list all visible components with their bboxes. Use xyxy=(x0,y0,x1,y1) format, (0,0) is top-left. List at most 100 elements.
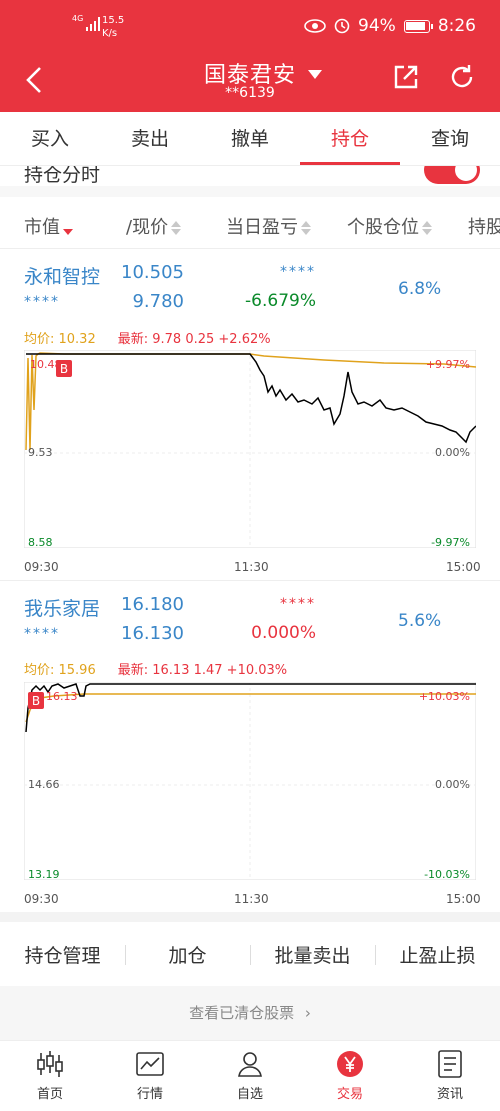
bottom-nav: 首页 行情 自选 交易 资讯 xyxy=(0,1040,500,1111)
status-bar: 4G 15.5 K/s 94% 8:26 xyxy=(0,0,500,50)
nav-trade[interactable]: 交易 xyxy=(300,1041,400,1111)
market-value: **** xyxy=(24,294,60,310)
user-icon xyxy=(238,1052,262,1077)
y-label-low: 8.58 xyxy=(28,536,53,549)
tab-cancel-order[interactable]: 撤单 xyxy=(200,112,300,165)
view-cleared-stocks-label: 查看已清仓股票 xyxy=(189,1004,295,1022)
latest-price: 最新: 9.78 0.25 +2.62% xyxy=(117,332,271,347)
intraday-chart: B 10.48 9.53 8.58 +9.97% 0.00% -9.97% xyxy=(24,350,476,549)
batch-sell-button[interactable]: 批量卖出 xyxy=(250,941,375,968)
news-icon xyxy=(438,1050,462,1078)
net-speed: 15.5 K/s xyxy=(102,14,124,40)
sort-icon xyxy=(301,220,311,236)
position-percent: 5.6% xyxy=(398,611,442,631)
take-profit-stop-loss-button[interactable]: 止盈止损 xyxy=(375,941,500,968)
price-summary: 均价: 15.96 最新: 16.13 1.47 +10.03% xyxy=(24,659,287,678)
refresh-icon[interactable] xyxy=(448,63,476,91)
market-chart-icon xyxy=(136,1052,164,1076)
pnl-value: **** xyxy=(280,596,316,612)
pnl-percent: 0.000% xyxy=(251,623,316,643)
intraday-chart-svg: B xyxy=(24,350,476,548)
nav-trade-label: 交易 xyxy=(336,1087,363,1102)
price-line xyxy=(26,353,476,444)
avg-price-line xyxy=(25,352,476,451)
holdings-actions: 持仓管理 加仓 批量卖出 止盈止损 xyxy=(0,922,500,986)
manage-holdings-button[interactable]: 持仓管理 xyxy=(0,941,125,968)
pct-label-high: +9.97% xyxy=(425,358,470,371)
nav-news-label: 资讯 xyxy=(436,1087,463,1102)
latest-price: 最新: 16.13 1.47 +10.03% xyxy=(117,663,288,678)
x-label-open: 09:30 xyxy=(24,560,59,574)
col-shares[interactable]: 持股 xyxy=(468,213,500,239)
tab-sell[interactable]: 卖出 xyxy=(100,112,200,165)
avg-price: 均价: 15.96 xyxy=(24,663,96,678)
x-label-close: 15:00 xyxy=(446,560,481,574)
x-label-noon: 11:30 xyxy=(234,892,269,906)
avg-price: 均价: 10.32 xyxy=(24,332,96,347)
view-cleared-stocks-link[interactable]: 查看已清仓股票 › xyxy=(0,986,500,1040)
eye-icon xyxy=(304,19,326,33)
chevron-right-icon: › xyxy=(304,1004,311,1022)
stock-name[interactable]: 永和智控 xyxy=(24,262,100,289)
dropdown-caret-icon[interactable] xyxy=(308,70,322,79)
intraday-toggle-switch[interactable] xyxy=(424,166,480,184)
share-icon[interactable] xyxy=(392,63,420,91)
avg-price-line xyxy=(25,693,476,723)
col-position[interactable]: 个股仓位 xyxy=(347,213,432,239)
tab-buy[interactable]: 买入 xyxy=(0,112,100,165)
y-label-low: 13.19 xyxy=(28,868,60,881)
col-price[interactable]: /现价 xyxy=(126,213,182,239)
y-label-high: 16.13 xyxy=(46,690,78,703)
pnl-value: **** xyxy=(280,264,316,280)
col-market-value[interactable]: 市值 xyxy=(24,213,73,239)
add-position-button[interactable]: 加仓 xyxy=(125,941,250,968)
signal-icon xyxy=(86,17,100,31)
network-type: 4G xyxy=(72,14,84,23)
nav-market-label: 行情 xyxy=(136,1087,163,1102)
x-label-noon: 11:30 xyxy=(234,560,269,574)
nav-news[interactable]: 资讯 xyxy=(400,1041,500,1111)
y-label-mid: 14.66 xyxy=(28,778,60,791)
pnl-percent: -6.679% xyxy=(245,291,316,311)
divider xyxy=(0,912,500,922)
sort-icon xyxy=(171,220,182,236)
col-position-label: 个股仓位 xyxy=(347,217,419,238)
col-shares-label: 持股 xyxy=(468,217,500,238)
nav-home[interactable]: 首页 xyxy=(0,1041,100,1111)
divider xyxy=(0,580,500,581)
col-daily-pnl-label: 当日盈亏 xyxy=(226,217,298,238)
nav-watchlist[interactable]: 自选 xyxy=(200,1041,300,1111)
cost-price: 10.505 xyxy=(121,262,184,283)
x-label-close: 15:00 xyxy=(446,892,481,906)
buy-marker-label: B xyxy=(32,694,40,708)
col-daily-pnl[interactable]: 当日盈亏 xyxy=(226,213,311,239)
x-label-open: 09:30 xyxy=(24,892,59,906)
holding-item[interactable]: 永和智控 **** 10.505 9.780 **** -6.679% 6.8%… xyxy=(0,250,500,580)
nav-market[interactable]: 行情 xyxy=(100,1041,200,1111)
app-header: 4G 15.5 K/s 94% 8:26 国泰君安 **6139 xyxy=(0,0,500,112)
price-summary: 均价: 10.32 最新: 9.78 0.25 +2.62% xyxy=(24,328,271,347)
y-label-high: 10.48 xyxy=(30,358,62,371)
stock-name[interactable]: 我乐家居 xyxy=(24,594,100,621)
candlestick-icon xyxy=(37,1051,63,1077)
tab-query[interactable]: 查询 xyxy=(400,112,500,165)
position-percent: 6.8% xyxy=(398,279,442,299)
alarm-icon xyxy=(334,18,350,34)
trade-tabs: 买入 卖出 撤单 持仓 查询 xyxy=(0,112,500,166)
price-line xyxy=(25,683,476,733)
nav-home-label: 首页 xyxy=(36,1087,63,1102)
pct-label-low: -10.03% xyxy=(424,868,470,881)
cost-price: 16.180 xyxy=(121,594,184,615)
col-price-label: /现价 xyxy=(126,217,169,238)
title-bar: 国泰君安 **6139 xyxy=(0,50,500,112)
yuan-icon xyxy=(337,1051,363,1077)
y-label-mid: 9.53 xyxy=(28,446,53,459)
tab-holdings[interactable]: 持仓 xyxy=(300,112,400,165)
holding-item[interactable]: 我乐家居 **** 16.180 16.130 **** 0.000% 5.6%… xyxy=(0,582,500,912)
net-speed-value: 15.5 xyxy=(102,15,125,26)
holdings-column-header: 市值 /现价 当日盈亏 个股仓位 持股 xyxy=(0,197,500,249)
pct-label-mid: 0.00% xyxy=(435,446,470,459)
sort-icon xyxy=(422,220,432,236)
clock: 8:26 xyxy=(437,16,476,36)
net-speed-unit: K/s xyxy=(102,28,118,39)
